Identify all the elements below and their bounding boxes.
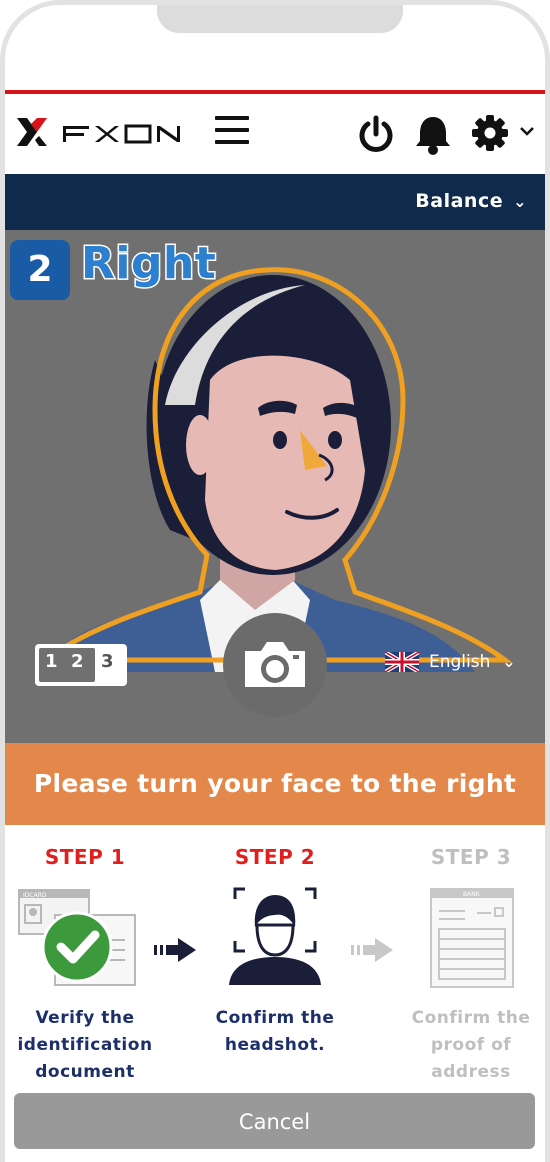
step-2-label: STEP 2 — [234, 845, 316, 869]
step-2: STEP 2 Confirm the headshot. — [195, 825, 355, 1055]
step-2-description-line: headshot. — [224, 1035, 326, 1055]
instruction-banner: Please turn your face to the right — [5, 743, 545, 825]
language-selector[interactable]: English ⌄ — [385, 652, 516, 672]
steps-panel: STEP 1 IDCARD Verify the identification … — [5, 825, 545, 1105]
direction-title: Right — [79, 237, 217, 291]
id-card-icon: IDCARD — [18, 889, 136, 986]
arrow-right-icon — [154, 938, 196, 962]
step-3-description-line: Confirm the — [411, 1008, 531, 1028]
power-icon[interactable] — [357, 114, 395, 154]
phone-notch — [157, 5, 403, 33]
camera-preview: 2 Right 1 2 3 English ⌄ — [5, 230, 545, 743]
step-1-description: Verify the identification document — [5, 1005, 165, 1086]
step-3-label: STEP 3 — [430, 845, 512, 869]
fxon-logo[interactable] — [15, 116, 187, 152]
step-3-description-line: proof of — [430, 1035, 512, 1055]
shutter-button[interactable] — [223, 613, 327, 717]
chevron-down-icon[interactable] — [519, 126, 535, 138]
pager-page-3: 3 — [101, 651, 114, 672]
pose-pager: 1 2 3 — [35, 644, 127, 686]
app-header — [5, 94, 545, 174]
step-3: STEP 3 BANK Confirm the proof of address — [391, 825, 550, 1082]
arrow-right-icon — [351, 938, 393, 962]
step-1-label: STEP 1 — [44, 845, 126, 869]
chevron-down-icon: ⌄ — [513, 192, 527, 211]
uk-flag-icon — [385, 652, 419, 672]
step-1: STEP 1 IDCARD Verify the identification … — [5, 825, 165, 1082]
camera-icon — [245, 642, 305, 687]
balance-bar: Balance ⌄ — [5, 174, 545, 230]
pager-page-1: 1 — [45, 651, 58, 672]
gear-icon[interactable] — [471, 114, 509, 152]
balance-label: Balance — [415, 190, 504, 212]
headshot-icon — [229, 887, 321, 985]
language-label: English — [429, 652, 491, 672]
menu-icon[interactable] — [215, 116, 249, 146]
bank-doc-text: BANK — [463, 891, 481, 898]
bank-document-icon: BANK — [430, 888, 514, 988]
step-3-description-line: address — [431, 1062, 511, 1082]
pager-page-2: 2 — [71, 651, 84, 672]
step-1-description-line: identification — [17, 1035, 153, 1055]
chevron-down-icon: ⌄ — [501, 652, 517, 672]
id-card-text: IDCARD — [23, 892, 47, 899]
step-1-description-line: document — [35, 1062, 135, 1082]
cancel-button[interactable]: Cancel — [14, 1093, 535, 1149]
step-3-description: Confirm the proof of address — [391, 1005, 550, 1086]
bell-icon[interactable] — [413, 114, 453, 156]
step-1-description-line: Verify the — [35, 1008, 135, 1028]
step-number-badge: 2 — [10, 240, 70, 300]
fxon-logo-icon — [17, 118, 180, 146]
step-2-description: Confirm the headshot. — [195, 1005, 355, 1059]
balance-dropdown[interactable]: Balance ⌄ — [415, 190, 527, 212]
step-2-description-line: Confirm the — [215, 1008, 335, 1028]
